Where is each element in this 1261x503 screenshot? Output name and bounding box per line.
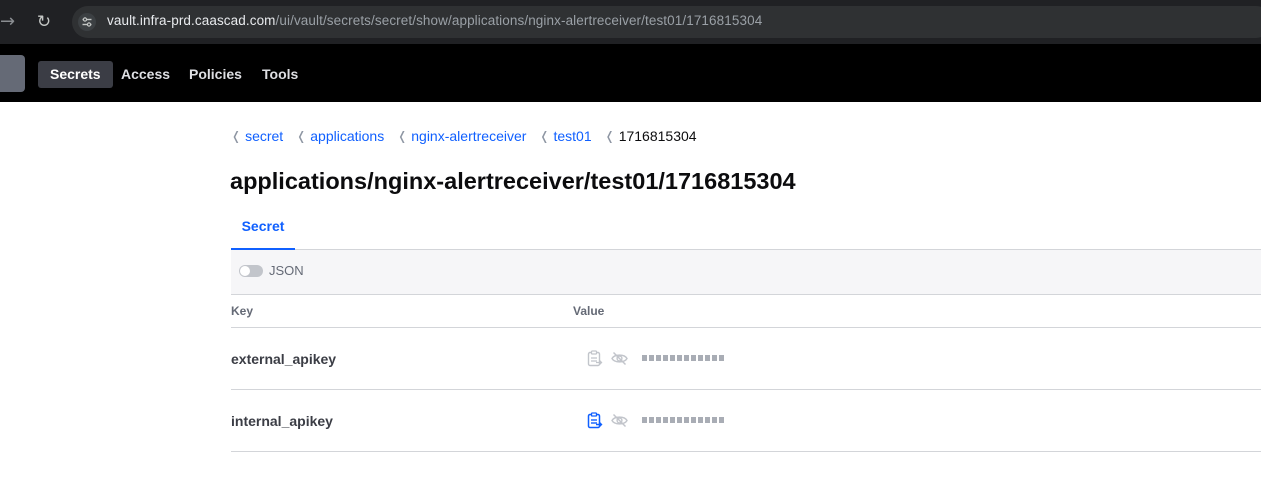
chevron-left-icon: ❬ — [604, 129, 615, 143]
breadcrumb-link-applications[interactable]: applications — [310, 128, 384, 144]
forward-icon[interactable]: → — [0, 12, 16, 32]
nav-policies[interactable]: Policies — [177, 61, 254, 88]
url-text[interactable]: vault.infra-prd.caascad.com/ui/vault/sec… — [107, 13, 762, 28]
chevron-left-icon: ❬ — [231, 129, 242, 143]
breadcrumb-item: ❬ test01 — [539, 128, 591, 144]
breadcrumb-item: ❬ 1716815304 — [605, 128, 697, 144]
table-header: Key Value — [231, 295, 1261, 328]
tab-bar: Secret — [231, 210, 1261, 250]
breadcrumb-item: ❬ applications — [296, 128, 384, 144]
masked-value — [642, 351, 724, 361]
breadcrumb-item: ❬ nginx-alertreceiver — [397, 128, 526, 144]
secret-toolbar: JSON — [231, 250, 1261, 295]
chevron-left-icon: ❬ — [539, 129, 550, 143]
column-header-key: Key — [231, 304, 254, 318]
eye-off-icon[interactable] — [611, 351, 628, 366]
tab-secret[interactable]: Secret — [231, 210, 295, 250]
table-row: internal_apikey — [231, 390, 1261, 452]
page-title: applications/nginx-alertreceiver/test01/… — [230, 168, 796, 194]
chevron-left-icon: ❬ — [296, 129, 307, 143]
copy-icon[interactable] — [587, 350, 603, 367]
breadcrumb: ❬ secret ❬ applications ❬ nginx-alertreceiv… — [231, 127, 710, 145]
column-header-value: Value — [573, 304, 605, 318]
vault-logo[interactable] — [0, 55, 25, 92]
url-path: /ui/vault/secrets/secret/show/applicatio… — [275, 13, 763, 28]
json-toggle[interactable] — [239, 265, 263, 277]
json-toggle-label[interactable]: JSON — [269, 263, 304, 278]
app-navbar: Secrets Access Policies Tools — [0, 44, 1261, 102]
breadcrumb-link-nginx-alertreceiver[interactable]: nginx-alertreceiver — [411, 128, 526, 144]
breadcrumb-link-test01[interactable]: test01 — [553, 128, 591, 144]
toggle-knob — [240, 266, 250, 276]
nav-tools[interactable]: Tools — [250, 61, 310, 88]
breadcrumb-link-secret[interactable]: secret — [245, 128, 283, 144]
breadcrumb-current: 1716815304 — [618, 128, 697, 144]
nav-secrets[interactable]: Secrets — [38, 61, 113, 88]
chevron-left-icon: ❬ — [397, 129, 408, 143]
copy-icon[interactable] — [587, 412, 603, 429]
nav-access[interactable]: Access — [109, 61, 182, 88]
browser-toolbar: → ↻ vault.infra-prd.caascad.com/ui/vault… — [0, 0, 1261, 44]
secret-key: external_apikey — [231, 351, 337, 367]
table-row: external_apikey — [231, 328, 1261, 390]
url-host: vault.infra-prd.caascad.com — [107, 13, 276, 28]
masked-value — [642, 413, 724, 423]
site-info-icon[interactable] — [78, 13, 96, 31]
breadcrumb-item: ❬ secret — [231, 128, 283, 144]
secret-key: internal_apikey — [231, 413, 333, 429]
reload-icon[interactable]: ↻ — [33, 11, 55, 33]
eye-off-icon[interactable] — [611, 413, 628, 428]
